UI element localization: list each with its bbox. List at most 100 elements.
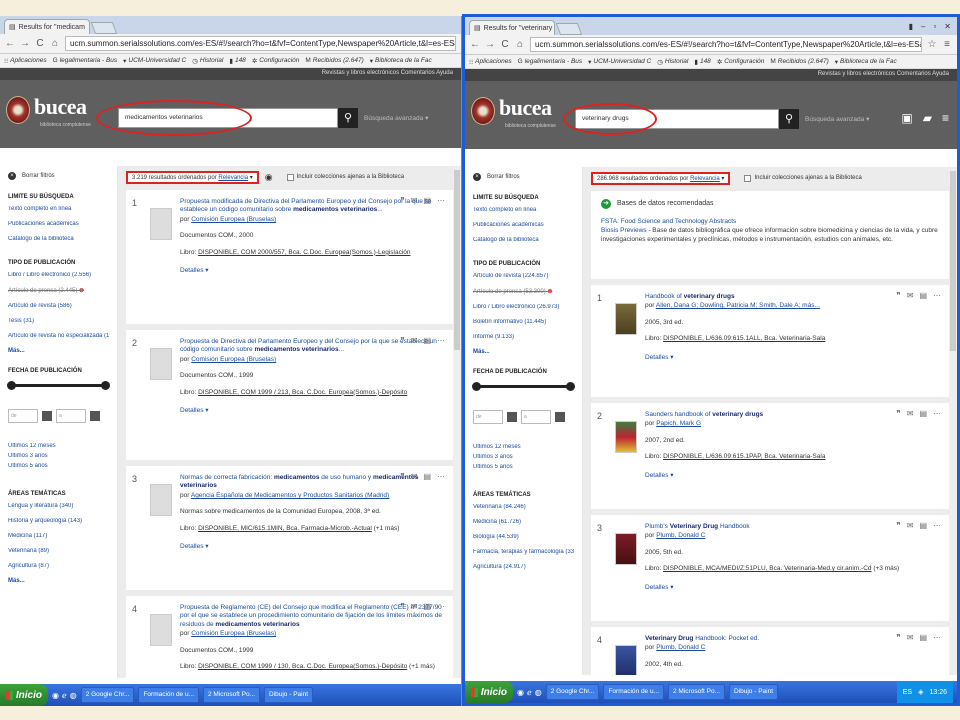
search-icon[interactable]: ⚲ <box>338 108 358 128</box>
date-to-input[interactable]: a <box>56 409 86 423</box>
filter-type-book[interactable]: Libro / Libro electrónico (26.973) <box>473 304 574 310</box>
date-from-input[interactable]: de <box>8 409 38 423</box>
save-icon[interactable]: ▤ <box>423 196 431 205</box>
quote-icon[interactable]: ❞ <box>896 633 900 642</box>
taskbar-button[interactable]: Formación de u... <box>138 687 200 703</box>
result-card[interactable]: 3 Plumb's Veterinary Drug Handbook por P… <box>591 515 949 621</box>
filter-type-magazine[interactable]: Artículo de revista no especializada (16… <box>8 333 109 339</box>
filter-catalog[interactable]: Catálogo de la biblioteca <box>473 237 574 243</box>
bucea-logo[interactable]: bucea <box>34 94 87 120</box>
start-button[interactable]: Inicio <box>0 684 48 706</box>
clear-filters[interactable]: × Borrar filtros <box>8 172 109 180</box>
email-icon[interactable]: ✉ <box>411 472 418 481</box>
book-cover-thumbnail[interactable] <box>615 421 637 453</box>
details-link[interactable]: Detalles ▾ <box>180 543 447 551</box>
taskbar-button[interactable]: Dibujo - Paint <box>728 684 779 700</box>
email-icon[interactable]: ✉ <box>411 336 418 345</box>
email-icon[interactable]: ✉ <box>907 633 914 642</box>
filter-type-journal[interactable]: Artículo de revista (586) <box>8 303 109 309</box>
result-card[interactable]: 2 Saunders handbook of veterinary drugs … <box>591 403 949 509</box>
chrome-icon[interactable]: ◉ <box>52 691 59 700</box>
forward-icon[interactable]: → <box>485 39 495 50</box>
bookmark-ucm[interactable]: ▾ UCM-Universidad C <box>123 57 186 65</box>
forward-icon[interactable]: → <box>20 38 30 49</box>
result-card[interactable]: 3 Normas de correcta fabricación: medica… <box>126 466 453 590</box>
remove-filter-icon[interactable]: ⊗ <box>547 289 552 295</box>
save-icon[interactable]: ▤ <box>423 472 431 481</box>
author-link[interactable]: Plumb, Donald C <box>656 644 705 651</box>
area-item[interactable]: Medicina (61.726) <box>473 519 574 525</box>
ie-icon[interactable]: ℯ <box>62 691 67 700</box>
filter-type-report[interactable]: Informe (9.133) <box>473 334 574 340</box>
date-12-months[interactable]: Últimos 12 meses <box>8 443 109 449</box>
filter-type-thesis[interactable]: Tesis (31) <box>8 318 109 324</box>
bookmark-legalimentaria[interactable]: G legalimentaria - Bus <box>53 57 118 64</box>
details-link[interactable]: Detalles ▾ <box>645 354 943 362</box>
slider-handle-end[interactable] <box>101 381 110 390</box>
quote-icon[interactable]: ❞ <box>400 336 404 345</box>
clear-filters[interactable]: × Borrar filtros <box>473 173 574 181</box>
calendar-icon[interactable] <box>555 412 565 422</box>
bookmark-settings[interactable]: ✲ Configuración <box>717 58 765 66</box>
more-icon[interactable]: ⋯ <box>437 602 445 611</box>
book-cover-thumbnail[interactable] <box>615 645 637 675</box>
back-icon[interactable]: ← <box>5 38 15 49</box>
email-icon[interactable]: ✉ <box>907 409 914 418</box>
advanced-search-link[interactable]: Búsqueda avanzada ▾ <box>805 115 869 123</box>
search-icon[interactable]: ⚲ <box>779 109 799 129</box>
database-link-biosis[interactable]: Biosis Previews <box>601 227 647 234</box>
more-icon[interactable]: ⋯ <box>437 336 445 345</box>
result-card[interactable]: 2 Propuesta de Directiva del Parlamento … <box>126 330 453 460</box>
saved-items-icon[interactable]: ▣ <box>901 111 912 125</box>
menu-icon[interactable]: ≡ <box>942 39 952 50</box>
taskbar-button[interactable]: 2 Microsoft Po... <box>203 687 260 703</box>
bookmark-legalimentaria[interactable]: G legalimentaria - Bus <box>518 58 583 65</box>
new-tab-button[interactable] <box>90 22 118 34</box>
area-item[interactable]: Veterinaria (89) <box>8 548 109 554</box>
home-icon[interactable]: ⌂ <box>515 39 525 50</box>
home-icon[interactable]: ⌂ <box>50 38 60 49</box>
page-scrollbar[interactable] <box>949 167 957 675</box>
checkbox[interactable] <box>286 173 294 181</box>
maximize-icon[interactable]: ▫ <box>933 22 936 31</box>
quote-icon[interactable]: ❞ <box>400 196 404 205</box>
availability-link[interactable]: DISPONIBLE, L/636.09:615.1ALL, Bca. Vete… <box>663 335 825 342</box>
taskbar-button[interactable]: Formación de u... <box>603 684 665 700</box>
filter-type-press-excluded[interactable]: Artículo de prensa (53.300) ⊗ <box>473 288 574 295</box>
scrollbar-thumb[interactable] <box>454 170 460 350</box>
more-types-link[interactable]: Más... <box>473 349 574 355</box>
rss-icon[interactable]: ◉ <box>265 172 273 183</box>
save-icon[interactable]: ▤ <box>919 633 927 642</box>
result-card[interactable]: 1 Propuesta modificada de Directiva del … <box>126 190 453 324</box>
date-5-years[interactable]: Últimos 5 años <box>473 464 574 470</box>
folder-icon[interactable]: ▰ <box>923 111 932 125</box>
more-types-link[interactable]: Más... <box>8 348 109 354</box>
browser-tab[interactable]: ▤ Results for "veterinary ✕ <box>469 20 555 35</box>
availability-link[interactable]: DISPONIBLE, MIC/615.1MIN, Bca. Farmacia-… <box>198 525 372 532</box>
menu-icon[interactable]: ≡ <box>942 111 949 125</box>
bookmark-star-icon[interactable]: ☆ <box>927 39 937 50</box>
area-item[interactable]: Medicina (117) <box>8 533 109 539</box>
filter-fulltext[interactable]: Texto completo en línea <box>8 206 109 212</box>
quote-icon[interactable]: ❞ <box>400 602 404 611</box>
filter-type-book[interactable]: Libro / Libro electrónico (2.556) <box>8 272 109 278</box>
media-icon[interactable]: ◍ <box>70 691 77 700</box>
sort-dropdown[interactable]: Relevancia <box>218 175 248 181</box>
start-button[interactable]: Inicio <box>465 681 513 703</box>
back-icon[interactable]: ← <box>470 39 480 50</box>
details-link[interactable]: Detalles ▾ <box>180 407 447 415</box>
date-to-input[interactable]: a <box>521 410 551 424</box>
filter-academic[interactable]: Publicaciones académicas <box>473 222 574 228</box>
more-icon[interactable]: ⋯ <box>933 633 941 642</box>
taskbar-button[interactable]: Dibujo - Paint <box>263 687 314 703</box>
more-icon[interactable]: ⋯ <box>933 291 941 300</box>
quote-icon[interactable]: ❞ <box>896 521 900 530</box>
availability-link[interactable]: DISPONIBLE, COM 2000/557, Bca. C.Doc. Eu… <box>198 249 410 256</box>
network-icon[interactable]: ◈ <box>918 688 923 696</box>
date-3-years[interactable]: Últimos 3 años <box>8 453 109 459</box>
language-indicator[interactable]: ES <box>903 689 912 696</box>
slider-handle-start[interactable] <box>7 381 16 390</box>
details-link[interactable]: Detalles ▾ <box>645 472 943 480</box>
quote-icon[interactable]: ❞ <box>896 291 900 300</box>
database-link-fsta[interactable]: FSTA: Food Science and Technology Abstra… <box>601 218 736 225</box>
